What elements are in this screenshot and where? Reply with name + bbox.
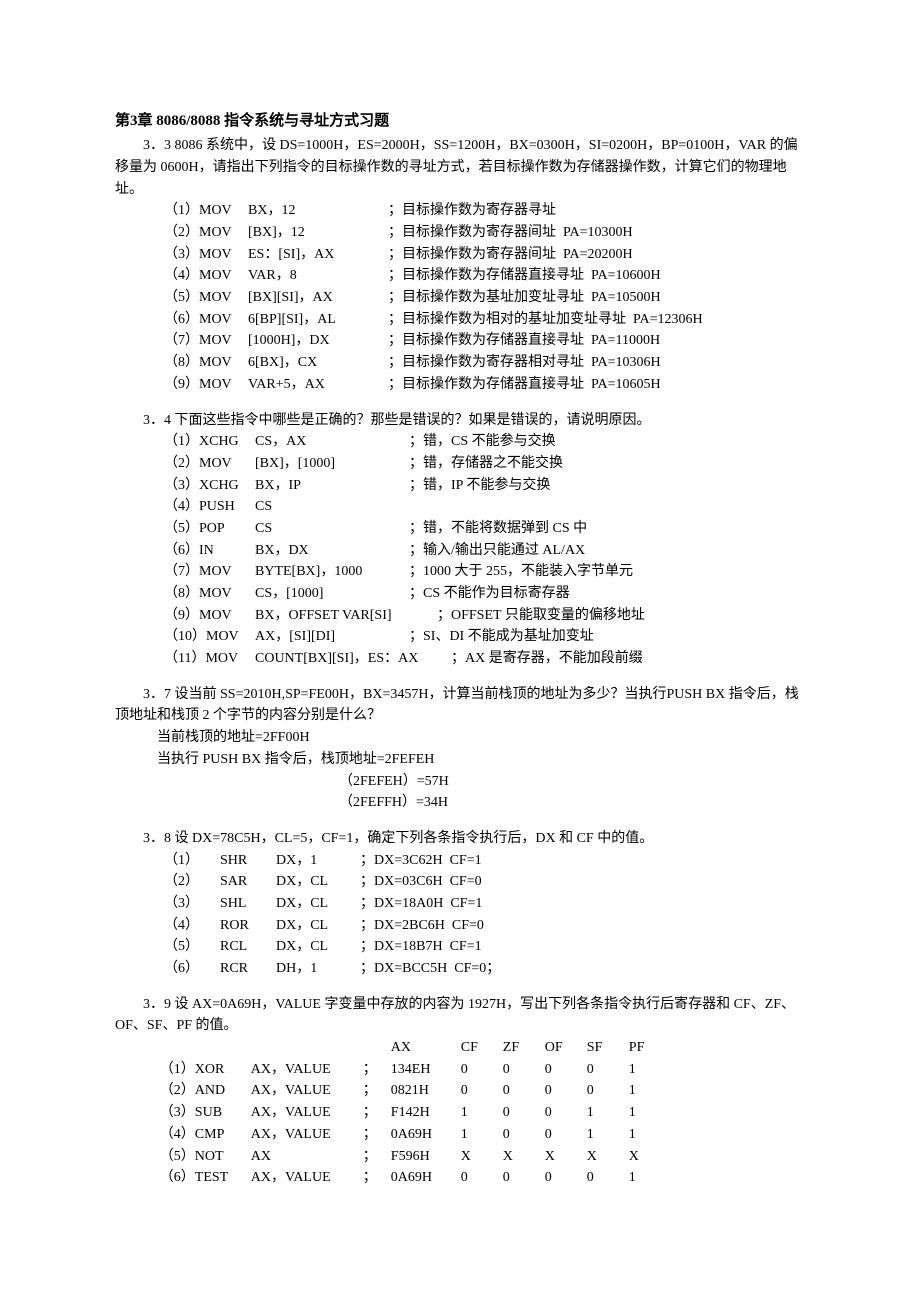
q34-row: （2）MOV[BX]，[1000]；错，存储器之不能交换 — [164, 453, 800, 475]
q38-row: （2）SARDX，CL；DX=03C6H CF=0 — [164, 871, 800, 893]
q37-a4: （2FEFFH）=34H — [157, 792, 800, 814]
q39-row: （2）ANDAX，VALUE；0821H00001 — [160, 1080, 800, 1102]
q38-row: （1）SHRDX，1；DX=3C62H CF=1 — [164, 850, 800, 872]
q34-row: （11）MOVCOUNT[BX][SI]，ES：AX；AX 是寄存器，不能加段前… — [164, 648, 800, 670]
q39-row: （5）NOTAX；F596HXXXXX — [160, 1146, 800, 1168]
q39-intro: 3．9 设 AX=0A69H，VALUE 字变量中存放的内容为 1927H，写出… — [115, 994, 800, 1037]
q39-row: （1）XORAX，VALUE；134EH00001 — [160, 1059, 800, 1081]
q34-rows: （1）XCHGCS，AX；错，CS 不能参与交换 （2）MOV[BX]，[100… — [115, 431, 800, 670]
q34-row: （8）MOVCS，[1000]；CS 不能作为目标寄存器 — [164, 583, 800, 605]
q38-row: （5）RCLDX，CL；DX=18B7H CF=1 — [164, 936, 800, 958]
q39-section: 3．9 设 AX=0A69H，VALUE 字变量中存放的内容为 1927H，写出… — [115, 994, 800, 1189]
q38-row: （3）SHLDX，CL；DX=18A0H CF=1 — [164, 893, 800, 915]
chapter-title: 第3章 8086/8088 指令系统与寻址方式习题 — [115, 110, 800, 133]
q39-header: AX CF ZF OF SF PF — [160, 1037, 800, 1059]
q37-a3: （2FEFEH）=57H — [157, 771, 800, 793]
q34-row: （1）XCHGCS，AX；错，CS 不能参与交换 — [164, 431, 800, 453]
q34-row: （5）POPCS；错，不能将数据弹到 CS 中 — [164, 518, 800, 540]
q39-row: （6）TESTAX，VALUE；0A69H00001 — [160, 1167, 800, 1189]
q38-intro: 3．8 设 DX=78C5H，CL=5，CF=1，确定下列各条指令执行后，DX … — [115, 828, 800, 850]
q34-row: （10）MOVAX，[SI][DI]；SI、DI 不能成为基址加变址 — [164, 626, 800, 648]
q33-row: （9）MOVVAR+5，AX；目标操作数为存储器直接寻址 PA=10605H — [164, 374, 800, 396]
q38-rows: （1）SHRDX，1；DX=3C62H CF=1 （2）SARDX，CL；DX=… — [115, 850, 800, 980]
q37-a2: 当执行 PUSH BX 指令后，栈顶地址=2FEFEH — [157, 749, 800, 771]
q33-row: （4）MOVVAR，8；目标操作数为存储器直接寻址 PA=10600H — [164, 265, 800, 287]
q33-section: 3．3 8086 系统中，设 DS=1000H，ES=2000H，SS=1200… — [115, 135, 800, 395]
q33-row: （6）MOV6[BP][SI]，AL；目标操作数为相对的基址加变址寻址 PA=1… — [164, 309, 800, 331]
q37-intro: 3．7 设当前 SS=2010H,SP=FE00H，BX=3457H，计算当前栈… — [115, 684, 800, 727]
q34-row: （3）XCHGBX，IP；错，IP 不能参与交换 — [164, 475, 800, 497]
q34-row: （9）MOVBX，OFFSET VAR[SI]；OFFSET 只能取变量的偏移地… — [164, 605, 800, 627]
q38-section: 3．8 设 DX=78C5H，CL=5，CF=1，确定下列各条指令执行后，DX … — [115, 828, 800, 980]
q34-intro: 3．4 下面这些指令中哪些是正确的？那些是错误的？如果是错误的，请说明原因。 — [115, 410, 800, 432]
q37-a1: 当前栈顶的地址=2FF00H — [157, 727, 800, 749]
q33-intro: 3．3 8086 系统中，设 DS=1000H，ES=2000H，SS=1200… — [115, 135, 800, 200]
q39-table: AX CF ZF OF SF PF （1）XORAX，VALUE；134EH00… — [115, 1037, 800, 1189]
document-page: 第3章 8086/8088 指令系统与寻址方式习题 3．3 8086 系统中，设… — [0, 0, 920, 1302]
q34-section: 3．4 下面这些指令中哪些是正确的？那些是错误的？如果是错误的，请说明原因。 （… — [115, 410, 800, 670]
q33-row: （1）MOVBX，12；目标操作数为寄存器寻址 — [164, 200, 800, 222]
q37-answers: 当前栈顶的地址=2FF00H 当执行 PUSH BX 指令后，栈顶地址=2FEF… — [115, 727, 800, 814]
q33-row: （5）MOV[BX][SI]，AX；目标操作数为基址加变址寻址 PA=10500… — [164, 287, 800, 309]
q38-row: （6）RCRDH，1；DX=BCC5H CF=0； — [164, 958, 800, 980]
q34-row: （6）INBX，DX；输入/输出只能通过 AL/AX — [164, 540, 800, 562]
q33-row: （8）MOV6[BX]，CX；目标操作数为寄存器相对寻址 PA=10306H — [164, 352, 800, 374]
q38-row: （4）RORDX，CL；DX=2BC6H CF=0 — [164, 915, 800, 937]
q33-row: （3）MOVES：[SI]，AX；目标操作数为寄存器间址 PA=20200H — [164, 244, 800, 266]
q34-row: （7）MOVBYTE[BX]，1000；1000 大于 255，不能装入字节单元 — [164, 561, 800, 583]
q39-row: （3）SUBAX，VALUE；F142H10011 — [160, 1102, 800, 1124]
q34-row: （4）PUSHCS — [164, 496, 800, 518]
q33-row: （2）MOV[BX]，12；目标操作数为寄存器间址 PA=10300H — [164, 222, 800, 244]
q39-row: （4）CMPAX，VALUE；0A69H10011 — [160, 1124, 800, 1146]
q33-rows: （1）MOVBX，12；目标操作数为寄存器寻址 （2）MOV[BX]，12；目标… — [115, 200, 800, 395]
q33-row: （7）MOV[1000H]，DX；目标操作数为存储器直接寻址 PA=11000H — [164, 330, 800, 352]
q37-section: 3．7 设当前 SS=2010H,SP=FE00H，BX=3457H，计算当前栈… — [115, 684, 800, 814]
